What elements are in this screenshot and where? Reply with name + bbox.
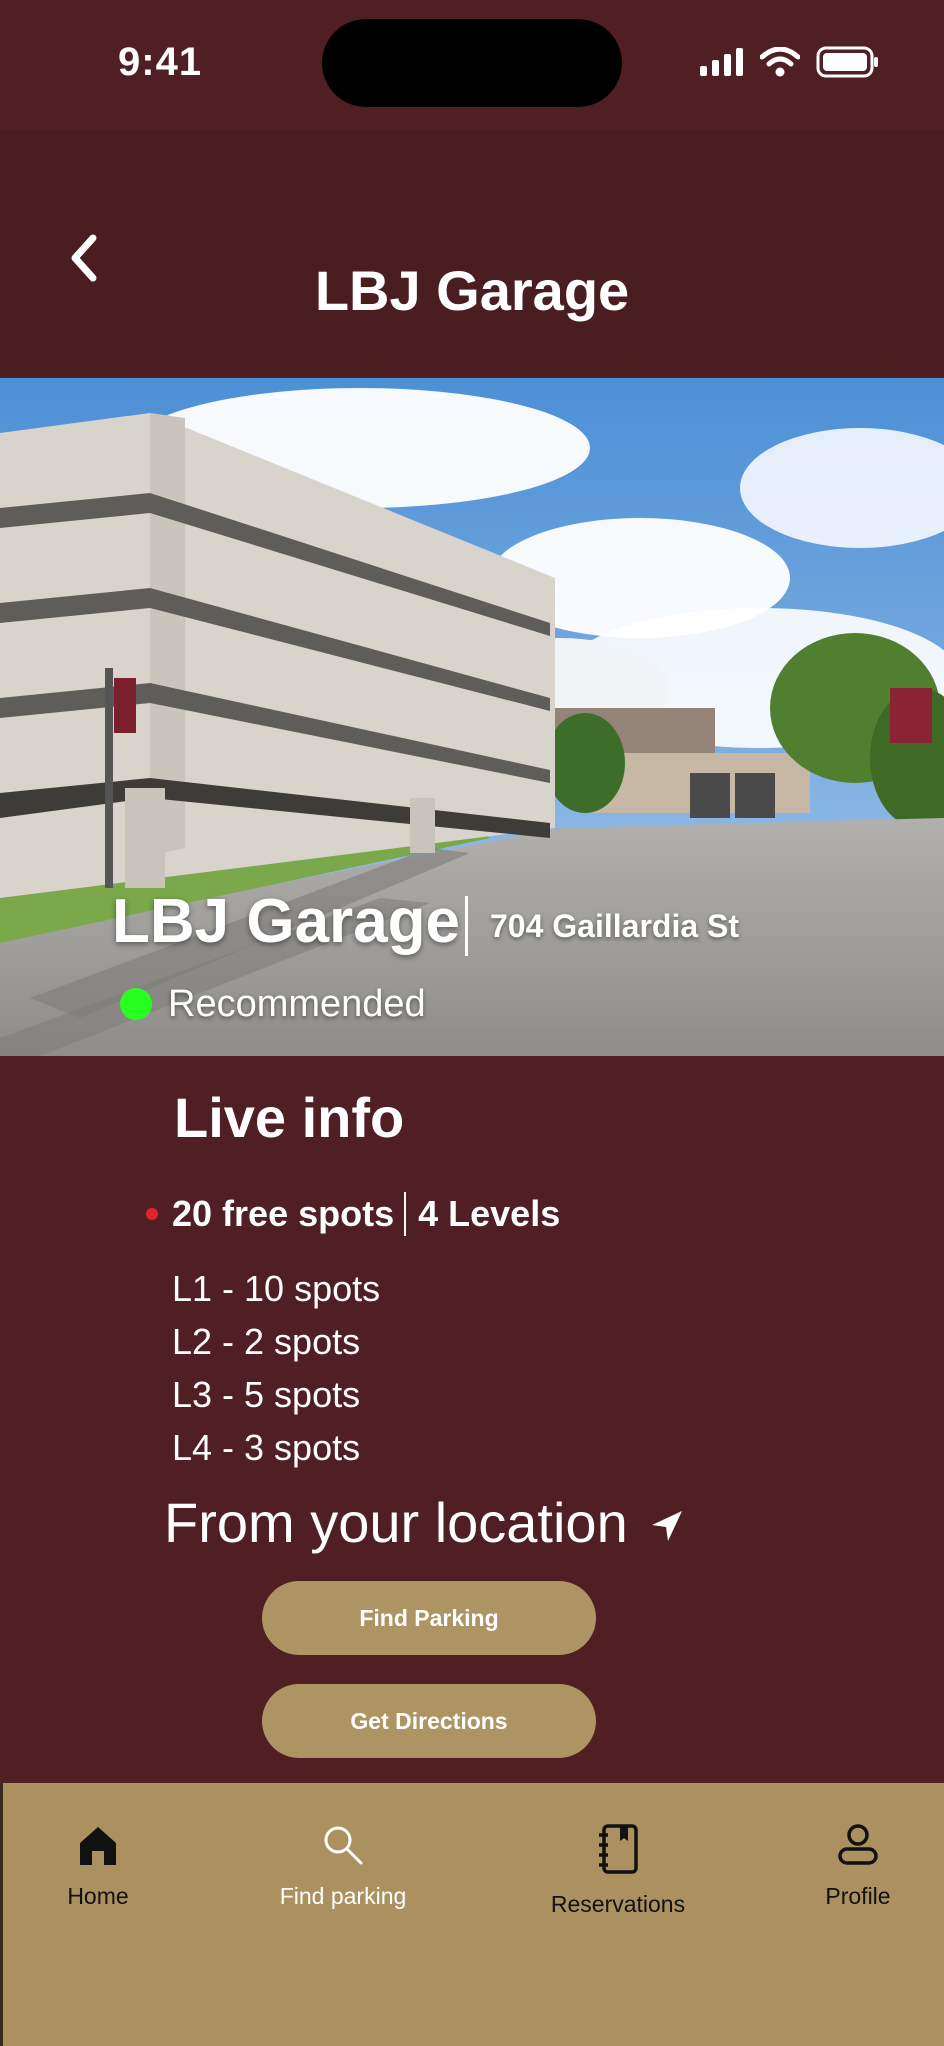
header: LBJ Garage <box>0 130 944 378</box>
location-heading: From your location <box>164 1491 628 1554</box>
level-item: L2 - 2 spots <box>172 1321 361 1362</box>
tab-profile[interactable]: Profile <box>803 1823 913 1910</box>
tab-bar: Home Find parking Reservations Profile <box>0 1783 944 2046</box>
tab-home-label: Home <box>67 1883 129 1909</box>
page-title: LBJ Garage <box>314 259 630 322</box>
recommended-label: Recommended <box>168 983 426 1025</box>
tab-reservations[interactable]: Reservations <box>533 1823 703 1918</box>
notebook-icon <box>599 1824 638 1874</box>
hero-divider <box>465 896 468 956</box>
spots-divider <box>404 1192 407 1236</box>
dynamic-island <box>322 19 622 107</box>
location-arrow-icon <box>651 1510 682 1541</box>
tab-find-parking[interactable]: Find parking <box>258 1823 428 1910</box>
free-spots-count: 20 free spots <box>172 1193 395 1234</box>
search-icon <box>324 1826 363 1865</box>
recommended-status-dot <box>120 988 152 1020</box>
garage-address: 704 Gaillardia St <box>490 908 740 944</box>
status-icons <box>700 46 880 78</box>
level-item: L1 - 10 spots <box>172 1268 381 1309</box>
levels-count: 4 Levels <box>418 1193 561 1234</box>
find-parking-button[interactable]: Find Parking <box>262 1581 596 1655</box>
tab-reservations-label: Reservations <box>550 1891 686 1917</box>
location-heading-row: From your location <box>164 1490 684 1555</box>
battery-icon <box>816 46 878 78</box>
live-bullet-icon <box>146 1208 158 1220</box>
get-directions-button[interactable]: Get Directions <box>262 1684 596 1758</box>
tab-profile-label: Profile <box>825 1883 891 1909</box>
cellular-signal-icon <box>700 48 743 76</box>
level-item: L4 - 3 spots <box>172 1427 361 1468</box>
spots-summary: 20 free spots 4 Levels <box>146 1192 560 1236</box>
garage-photo: LBJ Garage 704 Gaillardia St Recommended <box>0 378 944 1056</box>
tab-home[interactable]: Home <box>43 1823 153 1910</box>
live-info-title: Live info <box>174 1086 405 1149</box>
user-icon <box>838 1824 878 1865</box>
status-bar: 9:41 <box>0 0 944 130</box>
hero-garage-name: LBJ Garage <box>112 887 461 956</box>
level-item: L3 - 5 spots <box>172 1374 361 1415</box>
wifi-icon <box>760 47 800 77</box>
level-list: L1 - 10 spots L2 - 2 spots L3 - 5 spots … <box>172 1262 380 1474</box>
home-icon <box>80 1827 116 1865</box>
status-time: 9:41 <box>118 40 203 84</box>
tab-find-parking-label: Find parking <box>279 1883 407 1909</box>
